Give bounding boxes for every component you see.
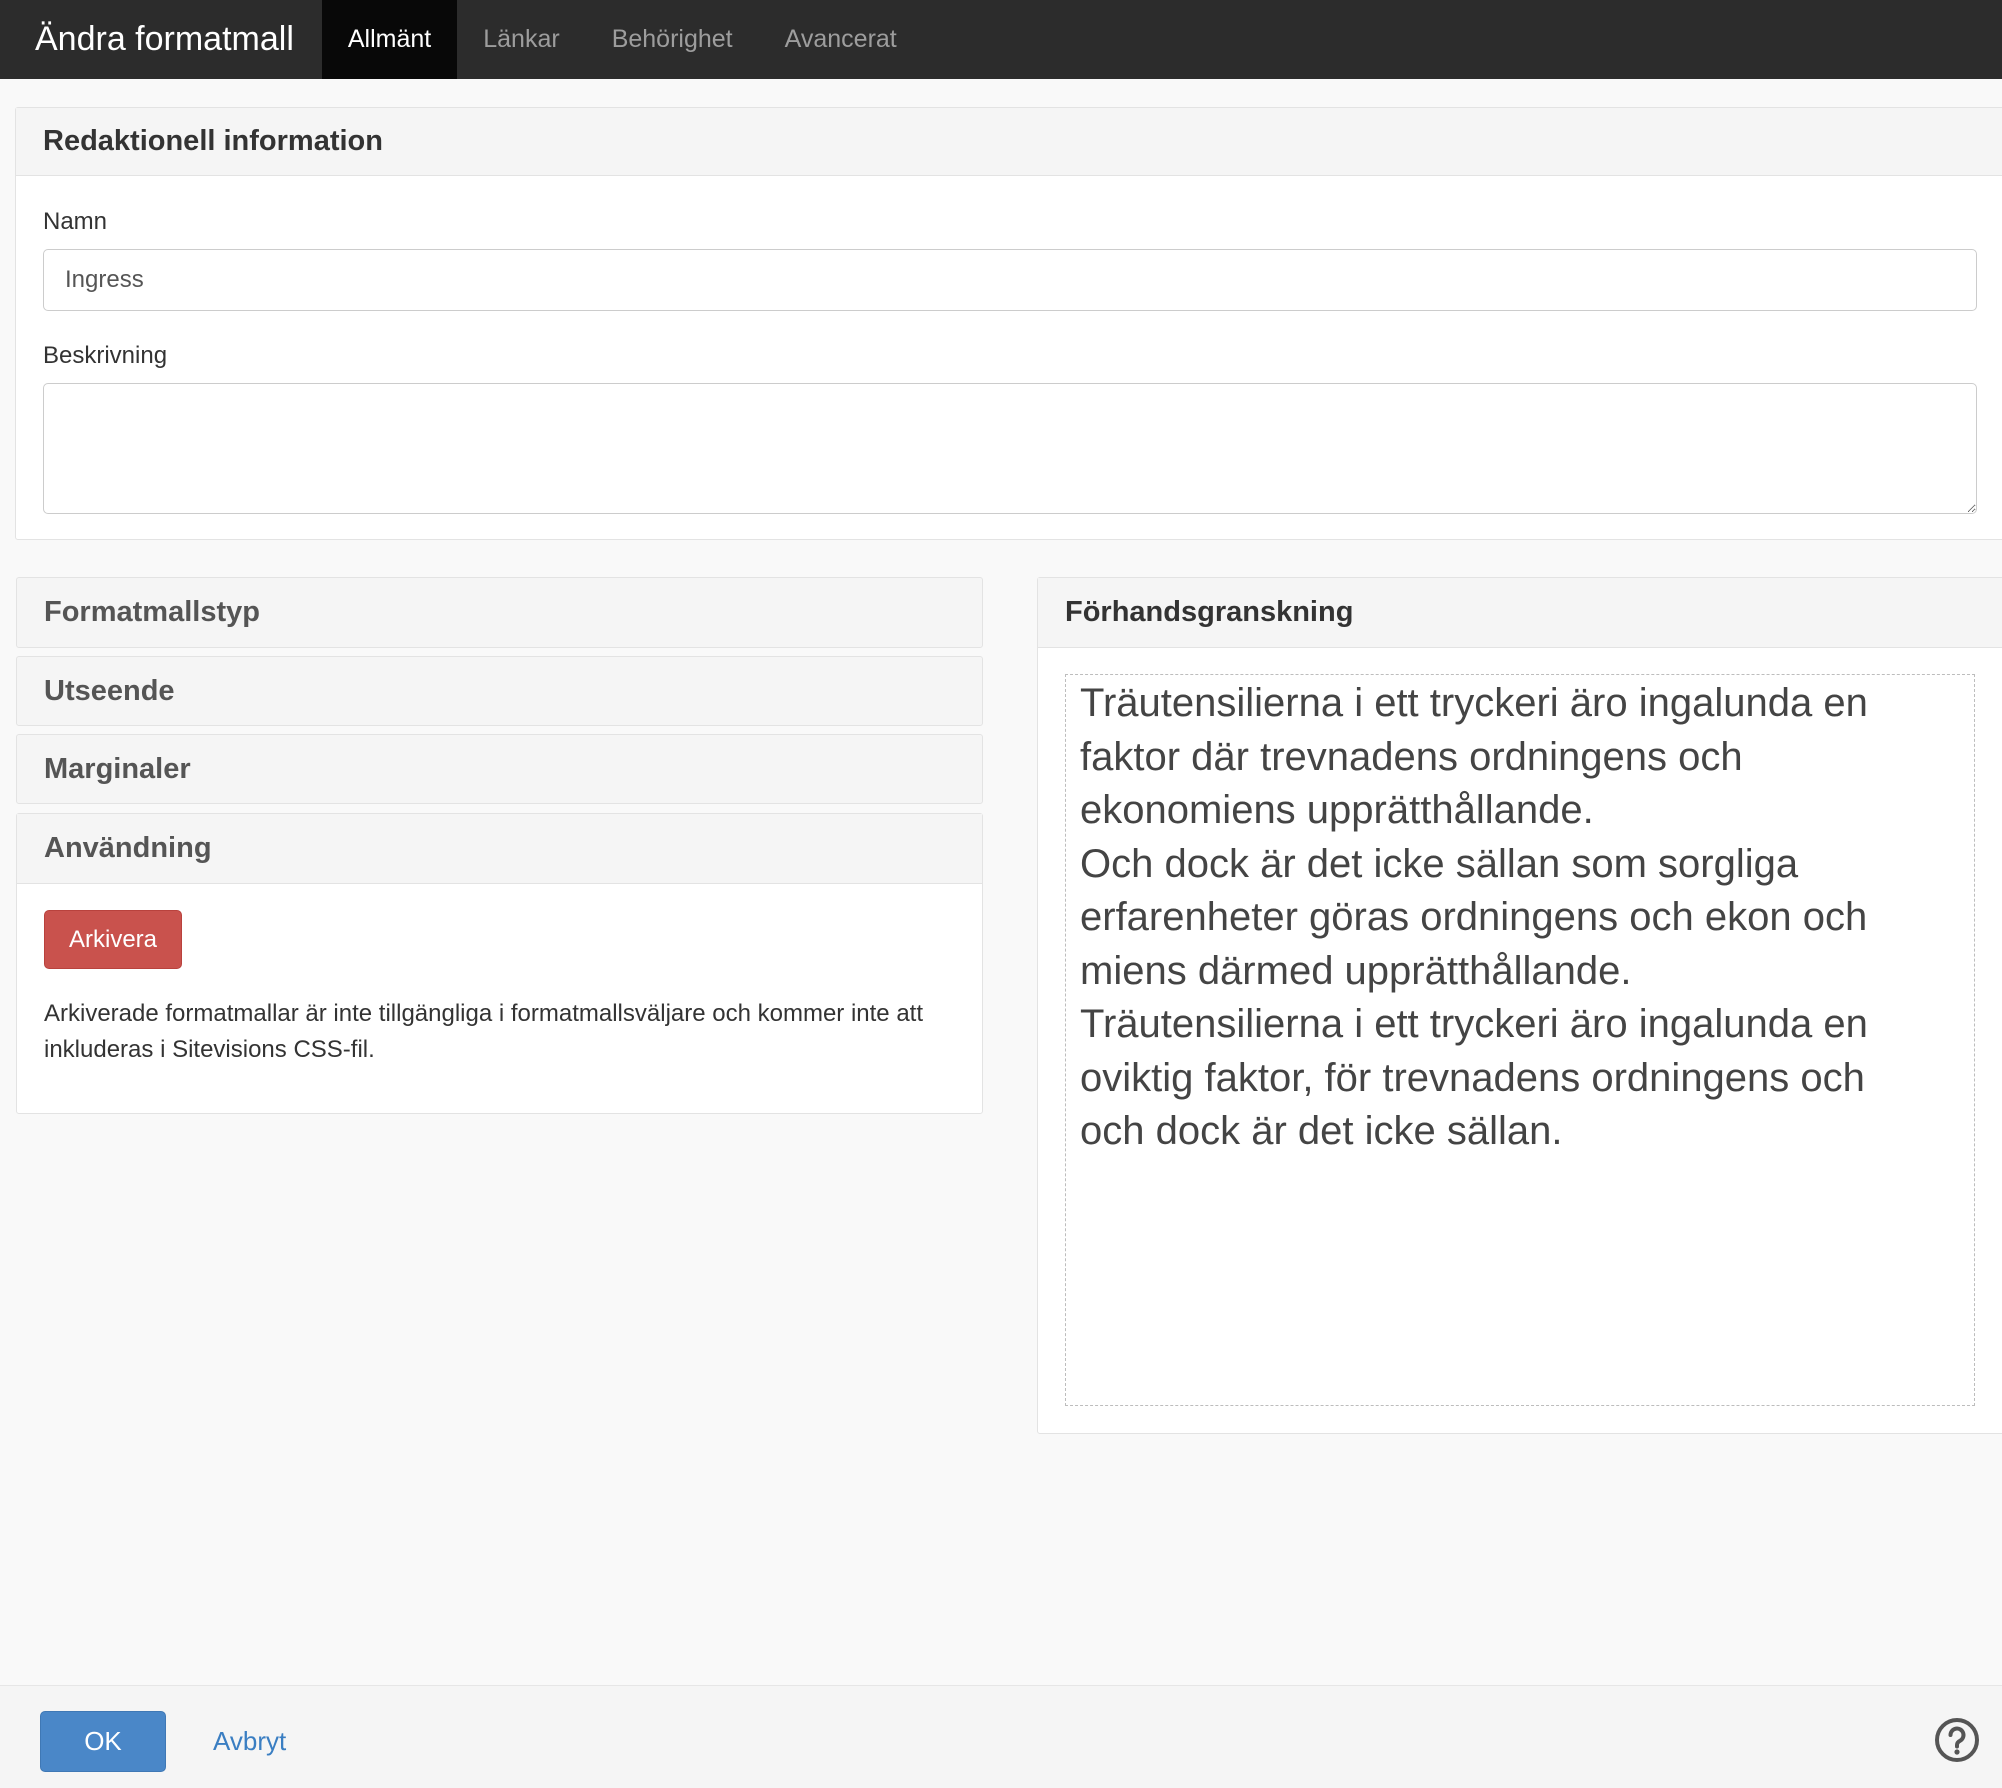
preview-line: faktor där trevnadens ordningens och bbox=[1080, 734, 1743, 779]
preview-line: miens därmed upprätthållande. bbox=[1080, 948, 1632, 993]
tab-lankar[interactable]: Länkar bbox=[457, 0, 585, 79]
question-circle-icon[interactable] bbox=[1934, 1717, 1980, 1763]
top-navbar: Ändra formatmall Allmänt Länkar Behörigh… bbox=[0, 0, 2002, 79]
preview-line: Träutensilierna i ett tryckeri äro ingal… bbox=[1080, 681, 1868, 725]
name-input[interactable] bbox=[43, 249, 1977, 311]
preview-line: och dock är det icke sällan. bbox=[1080, 1109, 1563, 1153]
preview-line: ekonomiens upprätthållande. bbox=[1080, 788, 1594, 832]
accordion-utseende[interactable]: Utseende bbox=[16, 656, 983, 726]
preview-line: Träutensilierna i ett tryckeri äro ingal… bbox=[1080, 1002, 1868, 1046]
preview-heading: Förhandsgranskning bbox=[1038, 578, 2002, 648]
description-label: Beskrivning bbox=[43, 342, 168, 369]
dialog-footer: OK Avbryt bbox=[0, 1685, 2002, 1788]
preview-line: Och dock är det icke sällan som sorgliga bbox=[1080, 841, 1799, 886]
name-label: Namn bbox=[43, 208, 108, 235]
ok-button[interactable]: OK bbox=[40, 1711, 166, 1772]
tab-allmant[interactable]: Allmänt bbox=[321, 0, 458, 79]
dialog-title: Ändra formatmall bbox=[35, 20, 294, 58]
editorial-info-panel: Redaktionell information Namn Beskrivnin… bbox=[15, 107, 2002, 540]
archive-button[interactable]: Arkivera bbox=[44, 910, 182, 969]
preview-line: oviktig faktor, för trevnadens ordningen… bbox=[1080, 1055, 1865, 1100]
accordion-anvandning[interactable]: Användning bbox=[17, 814, 982, 884]
description-textarea[interactable] bbox=[43, 383, 1977, 514]
preview-text-area: Träutensilierna i ett tryckeri äro ingal… bbox=[1065, 674, 1975, 1406]
preview-line: erfarenheter göras ordningens och ekon o… bbox=[1080, 895, 1868, 939]
accordion-formatmallstyp[interactable]: Formatmallstyp bbox=[16, 577, 983, 648]
archive-info-text: Arkiverade formatmallar är inte tillgäng… bbox=[44, 1000, 923, 1063]
editorial-info-heading: Redaktionell information bbox=[16, 108, 2002, 176]
accordion-marginaler[interactable]: Marginaler bbox=[16, 734, 983, 804]
cancel-link[interactable]: Avbryt bbox=[213, 1726, 286, 1757]
tab-avancerat[interactable]: Avancerat bbox=[759, 0, 923, 79]
tab-behorighet[interactable]: Behörighet bbox=[586, 0, 759, 79]
